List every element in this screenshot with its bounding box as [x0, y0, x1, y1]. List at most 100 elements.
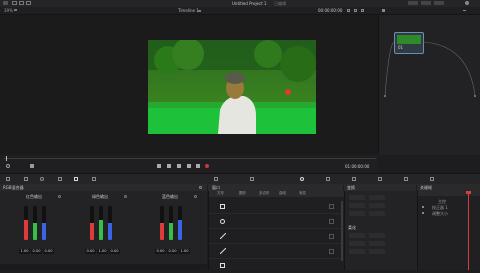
media-pool-icon[interactable]: [12, 1, 17, 5]
timeline-name[interactable]: Timeline 1: [178, 8, 199, 13]
red-value[interactable]: 0.00: [85, 249, 96, 254]
rgb-mixer-icon[interactable]: [74, 177, 78, 181]
node-editor[interactable]: 01: [378, 15, 480, 155]
keyframe-playhead[interactable]: [468, 191, 469, 270]
window-list-header: 方形 圆形 多边形 曲线 渐变: [209, 191, 344, 197]
blue-value[interactable]: 0.00: [109, 249, 120, 254]
green-slider[interactable]: [33, 206, 37, 240]
window-gradient-row[interactable]: [209, 260, 341, 273]
red-slider[interactable]: [24, 206, 28, 240]
blur-icon[interactable]: [352, 177, 356, 181]
clips-icon[interactable]: [19, 1, 24, 5]
tilt-field[interactable]: [369, 203, 385, 208]
viewer-options-icon[interactable]: [347, 9, 350, 12]
window-square-row[interactable]: [209, 200, 341, 214]
red-slider[interactable]: [160, 206, 164, 240]
window-toggle-icon[interactable]: [329, 204, 334, 209]
channel-green-output: 绿色输出 0.00 1.00 0.00: [85, 194, 127, 264]
green-slider[interactable]: [99, 206, 103, 240]
green-value[interactable]: 0.00: [31, 249, 42, 254]
inside-field[interactable]: [349, 249, 365, 254]
green-value[interactable]: 0.00: [167, 249, 178, 254]
zoom-level[interactable]: 39%: [4, 8, 13, 13]
green-slider[interactable]: [169, 206, 173, 240]
lightbox-icon[interactable]: [408, 1, 418, 5]
stop-icon[interactable]: [177, 164, 181, 168]
transport-bar: 01:00:00:00: [0, 155, 378, 173]
volume-icon[interactable]: [30, 164, 34, 168]
channel-label: 蓝色输出: [162, 194, 178, 199]
reverse-play-icon[interactable]: [167, 164, 171, 168]
window-toggle-icon[interactable]: [329, 234, 334, 239]
window-polygon-row[interactable]: [209, 230, 341, 244]
pan-field[interactable]: [349, 203, 365, 208]
aspect-field[interactable]: [369, 195, 385, 200]
reset-icon[interactable]: [199, 186, 202, 189]
window-tool-icon[interactable]: [300, 177, 304, 181]
blue-slider[interactable]: [108, 206, 112, 240]
fullscreen-icon[interactable]: [354, 9, 357, 12]
blue-slider[interactable]: [178, 206, 182, 240]
motion-effects-icon[interactable]: [92, 177, 96, 181]
keyframe-row-sizing[interactable]: 调整大小: [432, 211, 448, 216]
channel-reset-icon[interactable]: [58, 195, 61, 198]
first-frame-icon[interactable]: [157, 164, 161, 168]
sizing-icon[interactable]: [404, 177, 408, 181]
keyframe-row-master[interactable]: 主控: [438, 199, 446, 204]
keyframe-row-corrector[interactable]: 校正器 1: [432, 205, 448, 210]
playhead-marker[interactable]: [6, 156, 7, 161]
timeline-dropdown-icon[interactable]: [198, 10, 201, 12]
soft2-field[interactable]: [369, 233, 385, 238]
red-slider[interactable]: [90, 206, 94, 240]
chevron-down-icon[interactable]: [14, 9, 17, 11]
lut-icon[interactable]: [434, 1, 444, 5]
window-toggle-icon[interactable]: [329, 219, 334, 224]
scrub-track[interactable]: [4, 158, 376, 159]
opacity-field[interactable]: [369, 211, 385, 216]
window-panel: 方形 圆形 多边形 曲线 渐变: [208, 191, 344, 270]
rotate-field[interactable]: [349, 211, 365, 216]
soft1-field[interactable]: [349, 233, 365, 238]
size-field[interactable]: [349, 195, 365, 200]
viewer-mode-icon[interactable]: [6, 164, 10, 168]
color-match-icon[interactable]: [24, 177, 28, 181]
slider-fill: [99, 220, 103, 240]
last-frame-icon[interactable]: [196, 164, 200, 168]
expand-icon[interactable]: [422, 212, 424, 214]
channel-reset-icon[interactable]: [194, 195, 197, 198]
more-menu-icon[interactable]: [463, 10, 466, 11]
outside-field[interactable]: [369, 249, 385, 254]
soft3-field[interactable]: [349, 241, 365, 246]
gallery-icon[interactable]: [421, 1, 431, 5]
window-scrollbar[interactable]: [341, 201, 343, 261]
playhead-handle-icon[interactable]: [466, 191, 471, 194]
color-wheels-icon[interactable]: [40, 177, 44, 181]
window-circle-row[interactable]: [209, 215, 341, 229]
play-icon[interactable]: [187, 164, 191, 168]
camera-raw-icon[interactable]: [6, 177, 10, 181]
blue-value[interactable]: 0.00: [43, 249, 54, 254]
expand-icon[interactable]: [422, 206, 424, 208]
tracker-icon[interactable]: [326, 177, 330, 181]
channel-reset-icon[interactable]: [124, 195, 127, 198]
window-curve-row[interactable]: [209, 245, 341, 259]
red-value[interactable]: 0.00: [155, 249, 166, 254]
key-icon[interactable]: [378, 177, 382, 181]
soft4-field[interactable]: [369, 241, 385, 246]
red-value[interactable]: 1.00: [19, 249, 30, 254]
3d-icon[interactable]: [430, 177, 434, 181]
blue-slider[interactable]: [42, 206, 46, 240]
window-toggle-icon[interactable]: [329, 249, 334, 254]
qualifier-icon[interactable]: [250, 177, 254, 181]
settings-icon[interactable]: [465, 1, 469, 5]
pointer-tool-icon[interactable]: [382, 9, 385, 12]
highlight-icon[interactable]: [361, 9, 364, 12]
loop-icon[interactable]: [205, 164, 209, 168]
nodes-icon[interactable]: [26, 1, 31, 5]
hdr-icon[interactable]: [58, 177, 62, 181]
curves-icon[interactable]: [214, 177, 218, 181]
viewer-frame[interactable]: [148, 40, 316, 134]
bottom-strip: [0, 264, 207, 270]
blue-value[interactable]: 1.00: [179, 249, 190, 254]
green-value[interactable]: 1.00: [97, 249, 108, 254]
